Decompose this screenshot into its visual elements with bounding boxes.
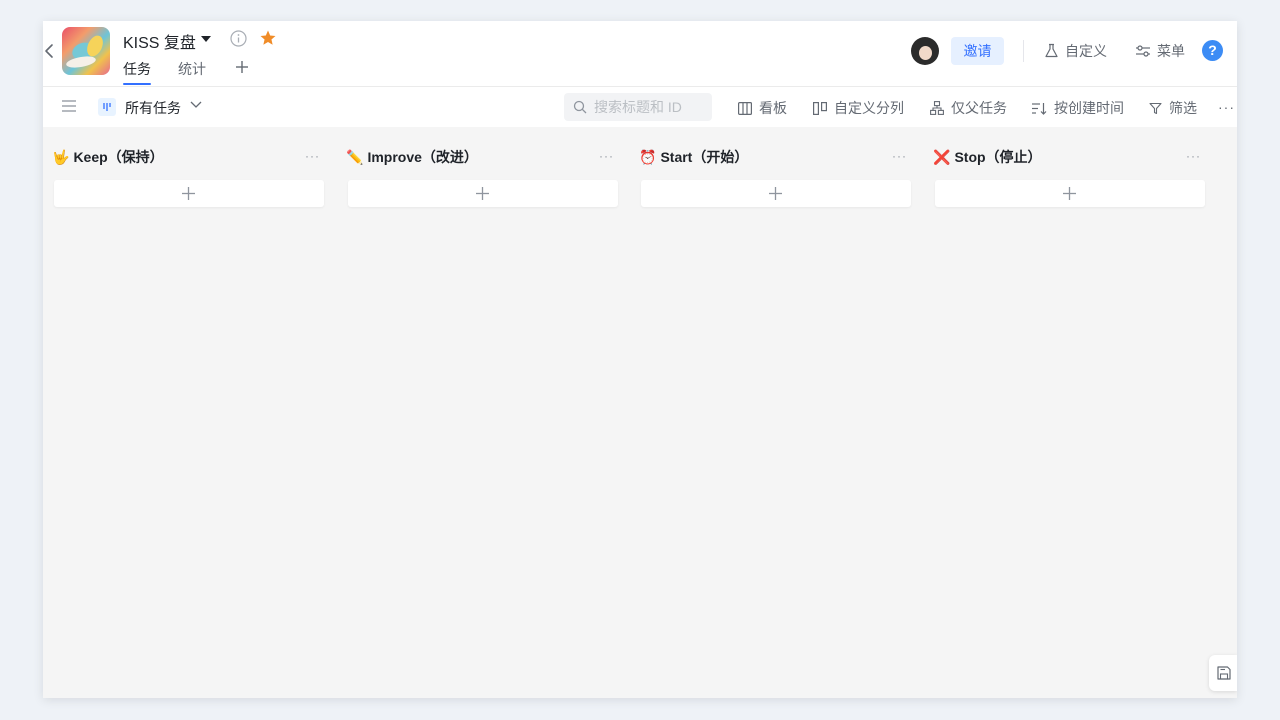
keep-emoji-icon: 🤟	[52, 149, 70, 165]
alarm-clock-icon: ⏰	[639, 149, 657, 165]
menu-label: 菜单	[1157, 43, 1185, 59]
project-logo	[62, 27, 110, 75]
sort-button[interactable]: 按创建时间	[1032, 98, 1124, 118]
board-view-label: 看板	[759, 100, 787, 116]
app-window: KISS 复盘 任务 统计 邀请 自定义 菜单 ? 所有任务 搜索标题和 ID …	[43, 21, 1237, 698]
column-title[interactable]: 🤟 Keep（保持）	[52, 147, 164, 167]
save-icon	[1217, 666, 1231, 680]
project-title[interactable]: KISS 复盘	[123, 29, 196, 53]
custom-group-button[interactable]: 自定义分列	[813, 98, 904, 118]
add-task-button[interactable]	[54, 180, 324, 207]
help-icon[interactable]: ?	[1202, 40, 1223, 61]
menu-button[interactable]: 菜单	[1135, 41, 1185, 61]
filter-button[interactable]: 筛选	[1149, 98, 1197, 118]
board-columns-icon	[738, 101, 752, 115]
more-icon[interactable]: ···	[1218, 99, 1235, 115]
project-header: KISS 复盘 任务 统计 邀请 自定义 菜单 ?	[43, 21, 1237, 87]
pencil-icon: ✏️	[346, 149, 364, 165]
flask-icon	[1045, 43, 1058, 58]
add-task-button[interactable]	[935, 180, 1205, 207]
chevron-down-icon[interactable]	[190, 101, 202, 109]
caret-down-icon[interactable]	[201, 36, 211, 42]
add-task-button[interactable]	[348, 180, 618, 207]
add-tab-icon[interactable]	[234, 59, 250, 75]
invite-button[interactable]: 邀请	[951, 37, 1004, 65]
board-view-button[interactable]: 看板	[738, 98, 787, 118]
plus-icon	[182, 187, 195, 200]
customize-button[interactable]: 自定义	[1044, 41, 1107, 61]
search-box[interactable]	[564, 93, 712, 121]
column-more-icon[interactable]: ···	[599, 149, 614, 163]
hierarchy-icon	[930, 101, 944, 115]
column-title[interactable]: ❌ Stop（停止）	[933, 147, 1042, 167]
column-title[interactable]: ✏️ Improve（改进）	[346, 147, 478, 167]
column-title-text: Start（开始）	[660, 149, 749, 165]
custom-columns-icon	[813, 101, 827, 115]
avatar[interactable]	[911, 37, 939, 65]
tab-stats[interactable]: 统计	[178, 59, 206, 79]
sort-label: 按创建时间	[1054, 100, 1124, 116]
column-title-text: Stop（停止）	[954, 149, 1042, 165]
settings-sliders-icon	[1136, 45, 1150, 57]
view-board-icon[interactable]	[98, 98, 116, 116]
search-icon	[573, 100, 587, 114]
header-divider	[1023, 40, 1024, 62]
parent-only-label: 仅父任务	[951, 100, 1007, 116]
active-tab-indicator	[123, 83, 151, 85]
sort-icon	[1032, 102, 1047, 115]
sidebar-toggle-icon[interactable]	[62, 100, 76, 112]
add-task-button[interactable]	[641, 180, 911, 207]
parent-only-button[interactable]: 仅父任务	[930, 98, 1007, 118]
kanban-board: 🤟 Keep（保持） ··· ✏️ Improve（改进） ··· ⏰ Star…	[43, 127, 1237, 698]
filter-icon	[1149, 102, 1162, 114]
save-button[interactable]	[1209, 655, 1237, 691]
info-icon[interactable]	[230, 30, 247, 47]
column-more-icon[interactable]: ···	[1186, 149, 1201, 163]
cross-mark-icon: ❌	[933, 149, 951, 165]
plus-icon	[769, 187, 782, 200]
filter-label: 筛选	[1169, 100, 1197, 116]
view-toolbar: 所有任务 看板 自定义分列	[43, 87, 1237, 127]
search-input[interactable]	[594, 97, 706, 117]
column-more-icon[interactable]: ···	[305, 149, 320, 163]
tab-tasks[interactable]: 任务	[123, 59, 151, 79]
view-selector[interactable]: 所有任务	[125, 98, 181, 118]
column-title-text: Keep（保持）	[73, 149, 164, 165]
plus-icon	[1063, 187, 1076, 200]
column-more-icon[interactable]: ···	[892, 149, 907, 163]
column-title-text: Improve（改进）	[367, 149, 478, 165]
customize-label: 自定义	[1065, 43, 1107, 59]
star-icon[interactable]	[259, 29, 277, 47]
back-icon[interactable]	[43, 41, 57, 61]
column-title[interactable]: ⏰ Start（开始）	[639, 147, 748, 167]
plus-icon	[476, 187, 489, 200]
custom-group-label: 自定义分列	[834, 100, 904, 116]
